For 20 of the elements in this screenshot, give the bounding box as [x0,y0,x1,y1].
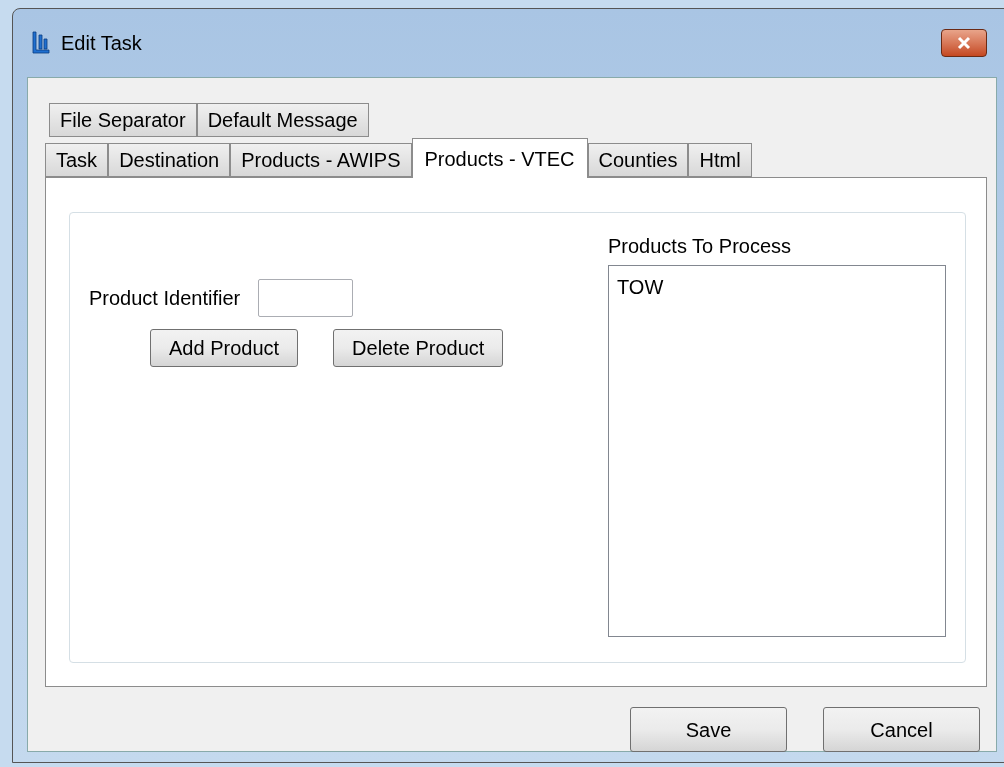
dialog-button[interactable]: Save [630,707,787,752]
tab[interactable]: File Separator [49,103,197,137]
app-logo-icon [31,31,51,55]
action-button[interactable]: Delete Product [333,329,504,367]
list-label: Products To Process [608,234,793,259]
tab[interactable]: Counties [587,143,689,177]
field-label: Product Identifier [89,286,241,311]
tab[interactable]: Products - VTEC [411,138,588,178]
input-field[interactable] [258,279,354,317]
tab[interactable]: Destination [108,143,231,177]
list-item[interactable]: TOW [617,272,937,302]
action-button[interactable]: Add Product [150,329,299,367]
window-title: Edit Task [61,31,142,56]
tab[interactable]: Products - AWIPS [230,143,412,177]
tab[interactable]: Html [688,143,752,177]
tab[interactable]: Task [45,143,109,177]
close-button[interactable] [941,29,987,57]
tab[interactable]: Default Message [196,103,369,137]
close-icon [956,36,972,50]
dialog-button[interactable]: Cancel [823,707,980,752]
